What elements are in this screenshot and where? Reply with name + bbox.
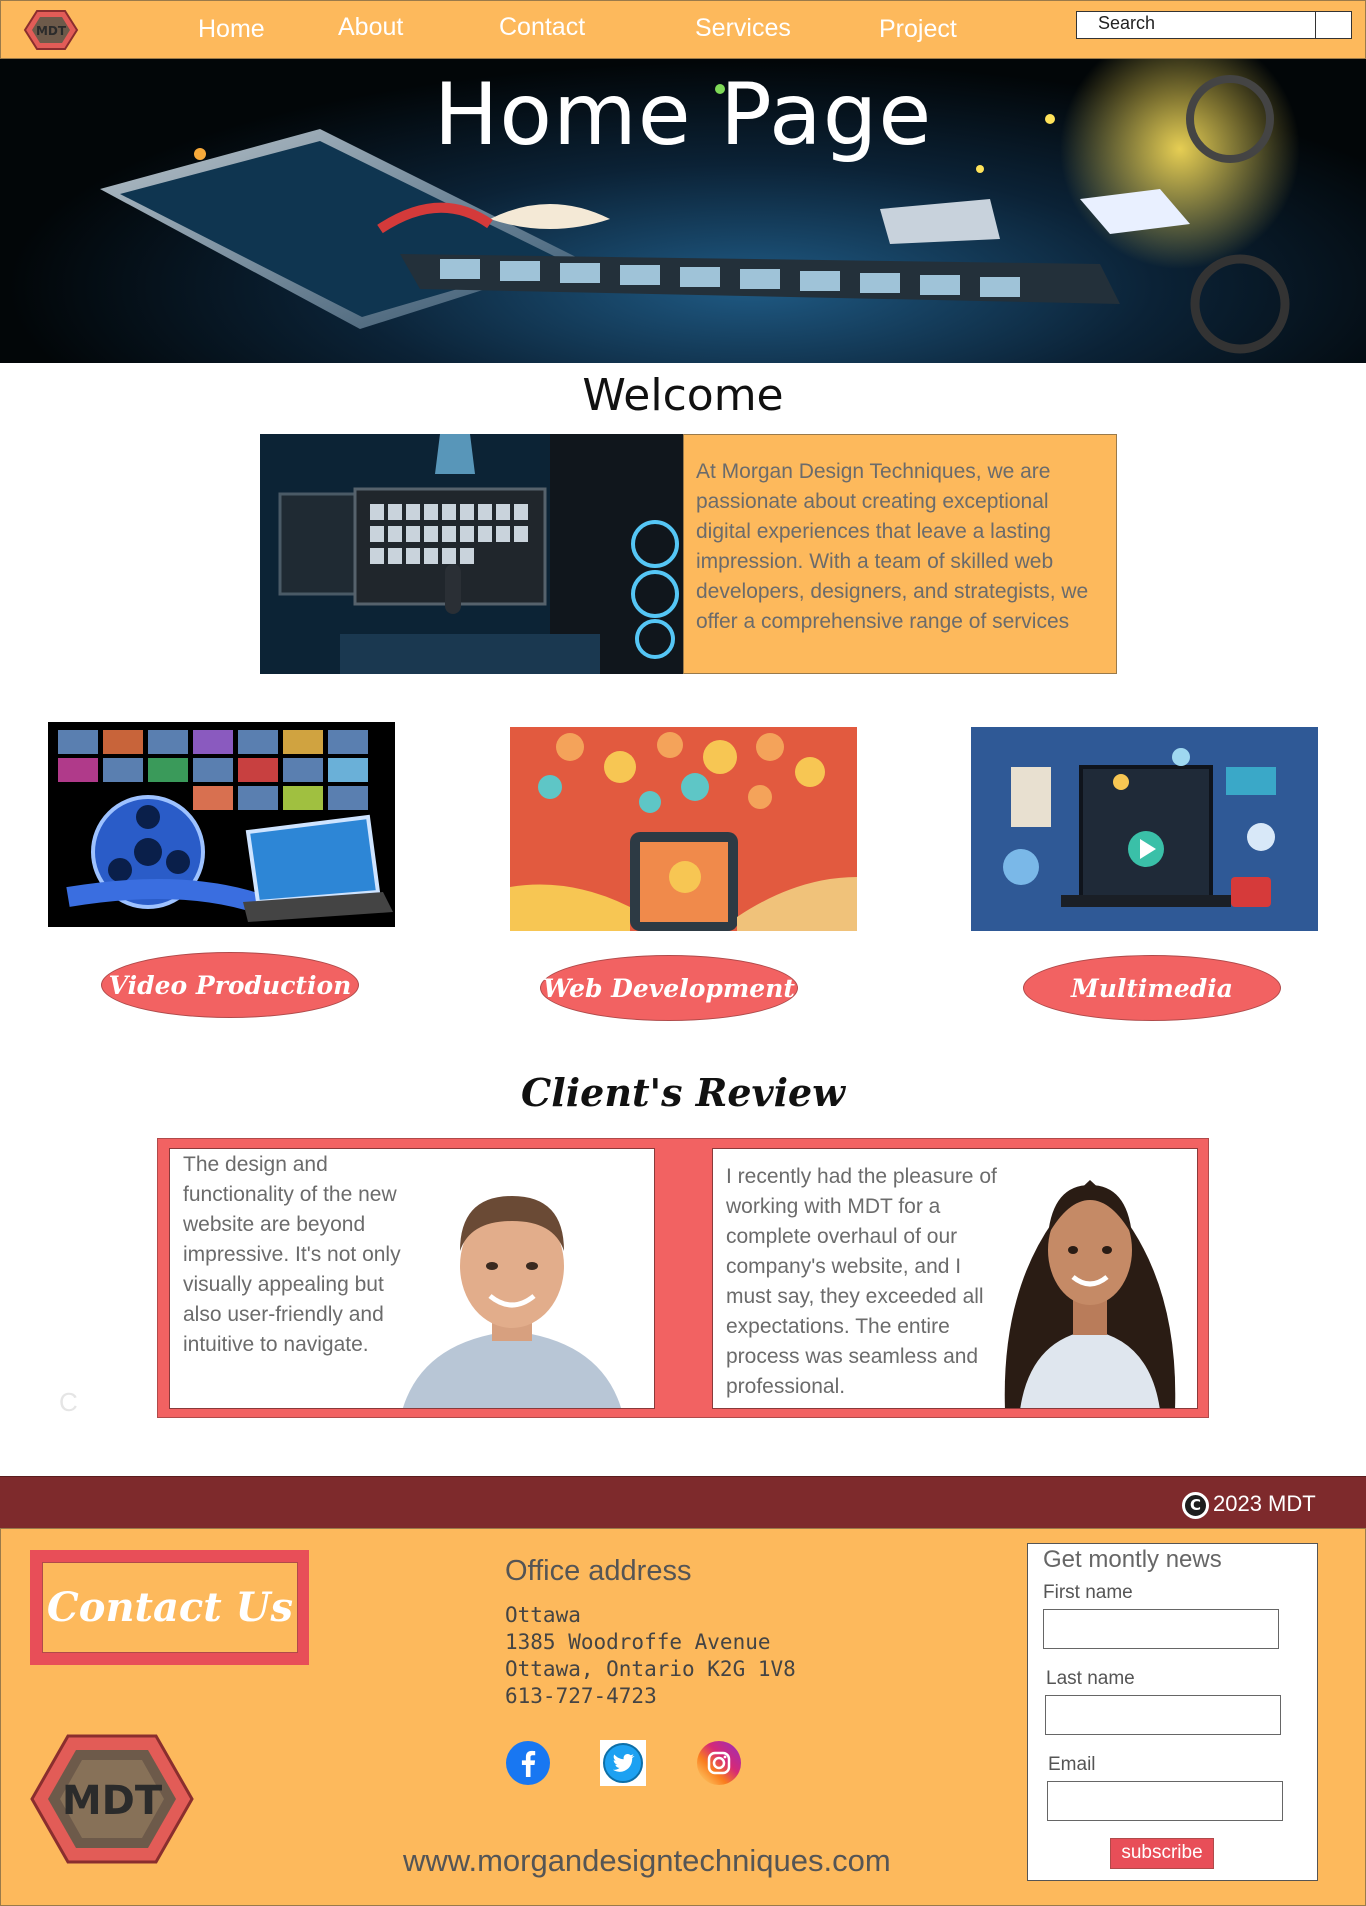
reviews-heading: Client's Review [521, 1070, 845, 1115]
search-button[interactable] [1315, 11, 1352, 39]
nav-home-link[interactable]: Home [198, 15, 265, 44]
first-name-label: First name [1043, 1582, 1133, 1603]
film-reel-illustration [48, 722, 395, 927]
hero-banner: Home Page [0, 59, 1366, 363]
copyright-text: 2023 MDT [1213, 1491, 1316, 1516]
video-production-image [48, 722, 395, 927]
subscribe-button[interactable]: subscribe [1110, 1838, 1214, 1869]
nav-contact-link[interactable]: Contact [499, 13, 585, 42]
video-production-label: Video Production [108, 970, 352, 1000]
copyright-bar [0, 1476, 1366, 1528]
review-text-1: The design and functionality of the new … [183, 1153, 401, 1356]
office-phone: 613-727-4723 [505, 1684, 657, 1708]
office-address-title: Office address [505, 1555, 692, 1587]
office-city: Ottawa [505, 1603, 581, 1627]
website-url[interactable]: www.morgandesigntechniques.com [403, 1843, 891, 1879]
email-label: Email [1048, 1754, 1096, 1775]
web-development-label: Web Development [543, 973, 795, 1003]
hero-title: Home Page [433, 65, 933, 165]
gaming-setup-illustration [260, 434, 684, 674]
video-production-button[interactable]: Video Production [101, 952, 359, 1018]
nav-about-link[interactable]: About [338, 13, 403, 42]
office-street: 1385 Woodroffe Avenue [505, 1630, 771, 1654]
nav-services-link[interactable]: Services [695, 14, 791, 43]
welcome-text: At Morgan Design Techniques, we are pass… [696, 460, 1089, 633]
welcome-heading: Welcome [582, 370, 784, 421]
search-placeholder: Search [1098, 13, 1156, 33]
contact-us-label: Contact Us [46, 1584, 294, 1631]
copyright-icon: C [1182, 1492, 1209, 1519]
multimedia-image [971, 727, 1318, 931]
web-development-button[interactable]: Web Development [540, 955, 798, 1021]
mdt-logo[interactable]: MDT [23, 9, 79, 51]
office-city-postal: Ottawa, Ontario K2G 1V8 [505, 1657, 796, 1681]
twitter-icon[interactable] [600, 1740, 646, 1786]
review-text-2: I recently had the pleasure of working w… [726, 1165, 997, 1398]
nav-project-link[interactable]: Project [879, 15, 957, 44]
svg-text:MDT: MDT [36, 24, 67, 38]
email-field[interactable] [1047, 1781, 1283, 1821]
web-development-image [510, 727, 857, 931]
first-name-field[interactable] [1043, 1609, 1279, 1649]
multimedia-button[interactable]: Multimedia [1023, 955, 1281, 1021]
svg-text:MDT: MDT [62, 1778, 163, 1824]
media-laptop-illustration [971, 727, 1318, 931]
reviewer-1-photo [403, 1196, 621, 1408]
last-name-label: Last name [1046, 1668, 1135, 1689]
tablet-apps-illustration [510, 727, 857, 931]
instagram-icon[interactable] [696, 1740, 742, 1786]
facebook-icon[interactable] [505, 1740, 551, 1786]
last-name-field[interactable] [1045, 1695, 1281, 1735]
welcome-text-box: At Morgan Design Techniques, we are pass… [683, 434, 1117, 674]
welcome-image [260, 434, 684, 674]
contact-us-button[interactable]: Contact Us [42, 1562, 298, 1653]
footer-mdt-logo[interactable]: MDT [28, 1732, 196, 1866]
reviewer-2-photo [1004, 1180, 1176, 1408]
multimedia-label: Multimedia [1071, 973, 1233, 1003]
stray-character: C [59, 1387, 78, 1417]
newsletter-title: Get montly news [1043, 1546, 1222, 1573]
